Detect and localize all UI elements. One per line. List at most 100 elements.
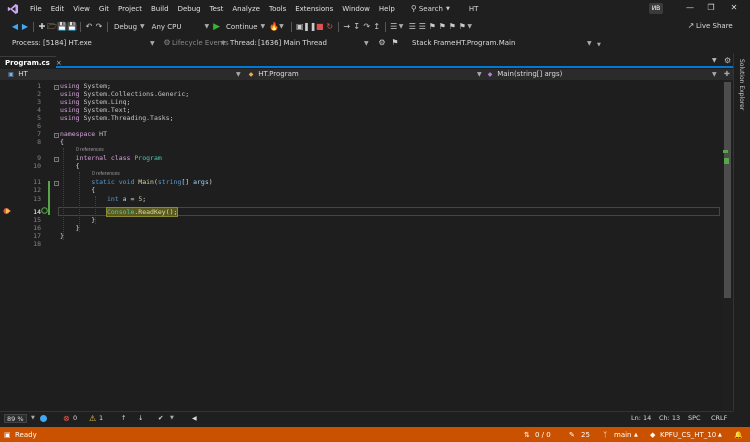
comment-icon[interactable]: ☰ xyxy=(407,22,417,32)
solution-config-select[interactable]: Debug xyxy=(114,23,137,31)
new-item-icon[interactable]: ✚ xyxy=(37,22,47,32)
stop-icon[interactable]: ■ xyxy=(315,22,325,32)
open-folder-icon[interactable]: 🗁 xyxy=(47,22,57,32)
menu-extensions[interactable]: Extensions xyxy=(295,5,333,13)
continue-dropdown-icon[interactable]: ▼ xyxy=(261,23,266,30)
platform-select[interactable]: Any CPU xyxy=(152,23,182,31)
locbar-overflow-icon[interactable]: ▼ xyxy=(597,42,601,48)
menu-build[interactable]: Build xyxy=(151,5,169,13)
menu-help[interactable]: Help xyxy=(379,5,395,13)
tab-program-cs[interactable]: Program.cs × xyxy=(0,56,62,68)
lifecycle-dropdown-icon[interactable]: ▼ xyxy=(221,40,226,47)
menu-tools[interactable]: Tools xyxy=(269,5,286,13)
close-tab-icon[interactable]: × xyxy=(56,59,62,67)
menu-window[interactable]: Window xyxy=(342,5,370,13)
hot-reload-dropdown-icon[interactable]: ▼ xyxy=(279,23,284,30)
editor-settings-icon[interactable]: ⚙ xyxy=(724,56,731,65)
ai-assist-icon[interactable] xyxy=(40,415,47,422)
live-share-button[interactable]: ↗ Live Share xyxy=(686,21,733,31)
toolbar-overflow-icon[interactable]: ▼ xyxy=(467,23,472,30)
hot-reload-icon[interactable]: 🔥 xyxy=(269,22,279,32)
back-navigate-icon[interactable]: ◀ xyxy=(10,22,20,32)
line-endings-indicator[interactable]: CRLF xyxy=(711,414,727,422)
process-select[interactable]: [5184] HT.exe xyxy=(43,39,92,47)
error-icon[interactable]: ⊗ xyxy=(63,414,70,423)
step-into-icon[interactable]: ↧ xyxy=(352,22,362,32)
member-combo[interactable]: ◆ Main(string[] args) xyxy=(485,69,563,80)
project-combo[interactable]: ▣ HT xyxy=(6,69,28,80)
stack-frame-select[interactable]: HT.Program.Main xyxy=(456,39,515,47)
menu-test[interactable]: Test xyxy=(210,5,224,13)
step-over-icon[interactable]: ↷ xyxy=(362,22,372,32)
step-out-icon[interactable]: ↥ xyxy=(372,22,382,32)
code-editor[interactable]: - - - - 1 using System; 2 using System.Col… xyxy=(0,80,722,410)
undo-icon[interactable]: ↶ xyxy=(84,22,94,32)
menu-edit[interactable]: Edit xyxy=(51,5,65,13)
redo-icon[interactable]: ↷ xyxy=(94,22,104,32)
pencil-icon[interactable]: ✎ xyxy=(569,427,575,442)
stack-frame-dropdown-icon[interactable]: ▼ xyxy=(587,40,592,47)
flag-thread-icon[interactable]: ⚑ xyxy=(390,38,400,48)
repository-dropdown-icon[interactable]: ▲ xyxy=(718,427,722,442)
thread-filter-icon[interactable]: ⚙ xyxy=(377,38,387,48)
restart-icon[interactable]: ↻ xyxy=(325,22,335,32)
line-indicator[interactable]: Ln: 14 xyxy=(631,414,651,422)
split-editor-icon[interactable]: ✚ xyxy=(724,69,730,80)
show-next-statement-icon[interactable]: → xyxy=(342,22,352,32)
thread-select[interactable]: [1636] Main Thread xyxy=(258,39,327,47)
next-issue-icon[interactable]: ↓ xyxy=(138,414,143,422)
codelens-references[interactable]: 0 references xyxy=(76,147,104,153)
scrollbar-thumb[interactable] xyxy=(724,82,731,298)
branch-dropdown-icon[interactable]: ▲ xyxy=(634,427,638,442)
member-dropdown-icon[interactable]: ▼ xyxy=(712,69,717,80)
branch-icon[interactable]: ᛉ xyxy=(603,427,607,442)
save-all-icon[interactable]: 💾 xyxy=(67,22,77,32)
codelens-references[interactable]: 0 references xyxy=(92,171,120,177)
current-statement-marker-icon[interactable] xyxy=(3,207,12,215)
vertical-scrollbar[interactable] xyxy=(722,80,733,410)
class-combo[interactable]: ◆ HT.Program xyxy=(246,69,299,80)
save-icon[interactable]: 💾 xyxy=(57,22,67,32)
git-changes-up-down-icon[interactable]: ⇅ xyxy=(524,427,530,442)
quick-action-icon[interactable] xyxy=(41,207,48,214)
tab-list-dropdown-icon[interactable]: ▼ xyxy=(712,57,717,64)
menu-project[interactable]: Project xyxy=(118,5,142,13)
bookmark-next-icon[interactable]: ⚑ xyxy=(447,22,457,32)
notifications-icon[interactable]: 🔔 xyxy=(734,427,743,442)
repository-select[interactable]: KPFU_CS_HT_10 xyxy=(660,427,716,442)
continue-button[interactable]: Continue xyxy=(226,23,257,31)
whitespace-indicator[interactable]: SPC xyxy=(688,414,701,422)
zoom-dropdown-icon[interactable]: ▼ xyxy=(31,415,35,421)
menu-file[interactable]: File xyxy=(30,5,42,13)
bookmark-icon[interactable]: ⚑ xyxy=(427,22,437,32)
forward-navigate-icon[interactable]: ▶ xyxy=(20,22,30,32)
pause-icon[interactable]: ❚❚ xyxy=(303,22,316,32)
previous-issue-icon[interactable]: ↑ xyxy=(121,414,126,422)
project-dropdown-icon[interactable]: ▼ xyxy=(236,69,241,80)
scroll-left-icon[interactable]: ◀ xyxy=(192,415,197,422)
menu-analyze[interactable]: Analyze xyxy=(232,5,260,13)
git-sync-count[interactable]: 0 / 0 xyxy=(535,427,551,442)
column-indicator[interactable]: Ch: 13 xyxy=(659,414,680,422)
branch-select[interactable]: main xyxy=(614,427,632,442)
restore-icon[interactable]: ❐ xyxy=(705,3,717,15)
code-cleanup-dropdown-icon[interactable]: ▼ xyxy=(170,415,174,421)
avatar[interactable]: ИВ xyxy=(649,3,663,14)
diagnostics-dropdown-icon[interactable]: ▼ xyxy=(399,23,404,30)
diagnostics-icon[interactable]: ☰ xyxy=(389,22,399,32)
menu-debug[interactable]: Debug xyxy=(178,5,201,13)
menu-view[interactable]: View xyxy=(73,5,90,13)
solution-explorer-side-tab[interactable]: Solution Explorer xyxy=(733,53,750,411)
pending-changes-count[interactable]: 25 xyxy=(581,427,590,442)
warning-icon[interactable]: ⚠ xyxy=(89,414,96,423)
process-dropdown-icon[interactable]: ▼ xyxy=(150,40,155,47)
menu-git[interactable]: Git xyxy=(99,5,109,13)
zoom-select[interactable]: 89 % xyxy=(4,413,27,423)
thread-dropdown-icon[interactable]: ▼ xyxy=(364,40,369,47)
search-box[interactable]: ⚲ Search ▼ xyxy=(409,4,453,14)
platform-dropdown-icon[interactable]: ▼ xyxy=(204,23,209,30)
class-dropdown-icon[interactable]: ▼ xyxy=(477,69,482,80)
config-dropdown-icon[interactable]: ▼ xyxy=(140,23,145,30)
code-cleanup-icon[interactable]: ✔ xyxy=(158,414,163,422)
lifecycle-icon[interactable]: ⚙ xyxy=(162,38,172,48)
